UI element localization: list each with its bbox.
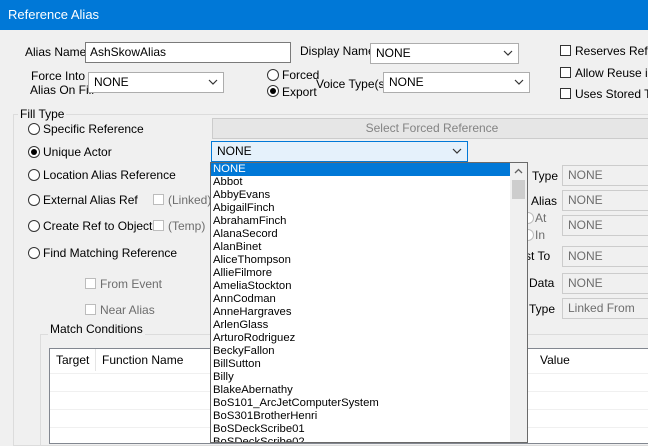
dropdown-item[interactable]: NONE (211, 163, 527, 176)
export-radio[interactable] (267, 85, 279, 97)
force-into-alias-value: NONE (94, 75, 129, 89)
linked-label: (Linked) (168, 193, 212, 207)
external-alias-ref-radio[interactable] (28, 194, 40, 206)
uses-stored-text-checkbox[interactable] (560, 88, 571, 99)
dropdown-item[interactable]: BoS301BrotherHenri (211, 410, 527, 423)
window-title: Reference Alias (8, 7, 100, 22)
dropdown-item[interactable]: AbigailFinch (211, 202, 527, 215)
forced-label: Forced (282, 68, 320, 82)
dropdown-item[interactable]: BoS101_ArcJetComputerSystem (211, 397, 527, 410)
type-label: Type (532, 169, 559, 183)
dropdown-item[interactable]: ArturoRodriguez (211, 332, 527, 345)
chevron-down-icon (503, 50, 513, 56)
display-name-select[interactable]: NONE (370, 43, 519, 64)
column-header-value[interactable]: Value (534, 349, 648, 371)
dropdown-item[interactable]: BillSutton (211, 358, 527, 371)
temp-checkbox[interactable] (153, 220, 164, 231)
allow-reuse-label: Allow Reuse in (575, 66, 648, 80)
allow-reuse-checkbox[interactable] (560, 67, 571, 78)
at-label: At (535, 211, 547, 225)
reserves-reference-checkbox[interactable] (560, 45, 571, 56)
scrollbar-thumb[interactable] (512, 180, 525, 199)
fill-type-label: Fill Type (18, 107, 67, 121)
dropdown-item[interactable]: AbbyEvans (211, 189, 527, 202)
dropdown-item[interactable]: AlanaSecord (211, 228, 527, 241)
unique-actor-value: NONE (217, 144, 252, 158)
reserves-reference-label: Reserves Refer (575, 44, 648, 58)
match-conditions-label: Match Conditions (48, 322, 145, 336)
dropdown-item[interactable]: AlanBinet (211, 241, 527, 254)
dropdown-item[interactable]: Billy (211, 371, 527, 384)
linked-checkbox[interactable] (153, 194, 164, 205)
find-matching-reference-label: Find Matching Reference (43, 246, 178, 260)
temp-label: (Temp) (168, 219, 206, 233)
chevron-down-icon (208, 79, 218, 85)
dropdown-item[interactable]: BoSDeckScribe02 (211, 436, 527, 442)
voice-types-value: NONE (389, 75, 424, 89)
from-event-checkbox[interactable] (85, 278, 96, 289)
dropdown-item[interactable]: AnneHargraves (211, 306, 527, 319)
dropdown-items: NONE Abbot AbbyEvans AbigailFinch AbrahamFin… (211, 163, 527, 442)
chevron-down-icon (452, 148, 462, 154)
uses-stored-text-label: Uses Stored Te (575, 87, 648, 101)
dropdown-item[interactable]: AliceThompson (211, 254, 527, 267)
create-ref-to-object-radio[interactable] (28, 220, 40, 232)
force-into-alias-select[interactable]: NONE (88, 72, 224, 93)
dropdown-item[interactable]: AllieFilmore (211, 267, 527, 280)
dropdown-scrollbar[interactable] (510, 163, 527, 442)
unique-actor-select[interactable]: NONE (211, 141, 468, 162)
display-name-label: Display Name (300, 44, 375, 58)
dropdown-item[interactable]: AnnCodman (211, 293, 527, 306)
dropdown-item[interactable]: BeckyFallon (211, 345, 527, 358)
external-alias-ref-label: External Alias Ref (43, 193, 138, 207)
export-label: Export (282, 85, 317, 99)
display-name-value: NONE (376, 46, 411, 60)
at-in-select[interactable]: NONE (562, 215, 648, 236)
chevron-down-icon (514, 79, 524, 85)
data-select[interactable]: NONE (562, 273, 648, 294)
type2-select[interactable]: Linked From (562, 298, 648, 319)
st-to-label: st To (525, 249, 551, 263)
st-to-select[interactable]: NONE (562, 246, 648, 267)
unique-actor-label: Unique Actor (43, 145, 112, 159)
location-alias-reference-radio[interactable] (28, 169, 40, 181)
alias-select[interactable]: NONE (562, 190, 648, 211)
forced-radio[interactable] (267, 69, 279, 81)
scroll-up-icon[interactable] (510, 163, 527, 180)
create-ref-to-object-label: Create Ref to Object (43, 219, 153, 233)
alias-name-input[interactable]: AshSkowAlias (85, 42, 291, 63)
voice-types-label: Voice Type(s) (316, 77, 389, 91)
find-matching-reference-radio[interactable] (28, 247, 40, 259)
near-alias-checkbox[interactable] (85, 304, 96, 315)
dropdown-item[interactable]: BoSDeckScribe01 (211, 423, 527, 436)
specific-reference-label: Specific Reference (43, 122, 144, 136)
dropdown-item[interactable]: AmeliaStockton (211, 280, 527, 293)
voice-types-select[interactable]: NONE (383, 72, 530, 93)
unique-actor-dropdown-list[interactable]: NONE Abbot AbbyEvans AbigailFinch AbrahamFin… (210, 162, 528, 443)
specific-reference-radio[interactable] (28, 123, 40, 135)
in-label: In (535, 228, 546, 242)
column-header-target[interactable]: Target (50, 349, 96, 371)
near-alias-label: Near Alias (100, 303, 155, 317)
window-title-bar: Reference Alias (0, 0, 648, 30)
alias-label: Alias (531, 194, 558, 208)
type2-label: Type (529, 302, 556, 316)
force-into-alias-label: Force Into Alias On Fill (30, 69, 95, 97)
alias-name-label: Alias Name (25, 45, 87, 59)
dropdown-item[interactable]: BlakeAbernathy (211, 384, 527, 397)
unique-actor-radio[interactable] (28, 146, 40, 158)
location-alias-reference-label: Location Alias Reference (43, 168, 176, 182)
dropdown-item[interactable]: Abbot (211, 176, 527, 189)
from-event-label: From Event (100, 277, 163, 291)
data-label: Data (529, 276, 555, 290)
dropdown-item[interactable]: AbrahamFinch (211, 215, 527, 228)
select-forced-reference-button[interactable]: Select Forced Reference (212, 118, 648, 139)
type-select[interactable]: NONE (562, 165, 648, 186)
dropdown-item[interactable]: ArlenGlass (211, 319, 527, 332)
